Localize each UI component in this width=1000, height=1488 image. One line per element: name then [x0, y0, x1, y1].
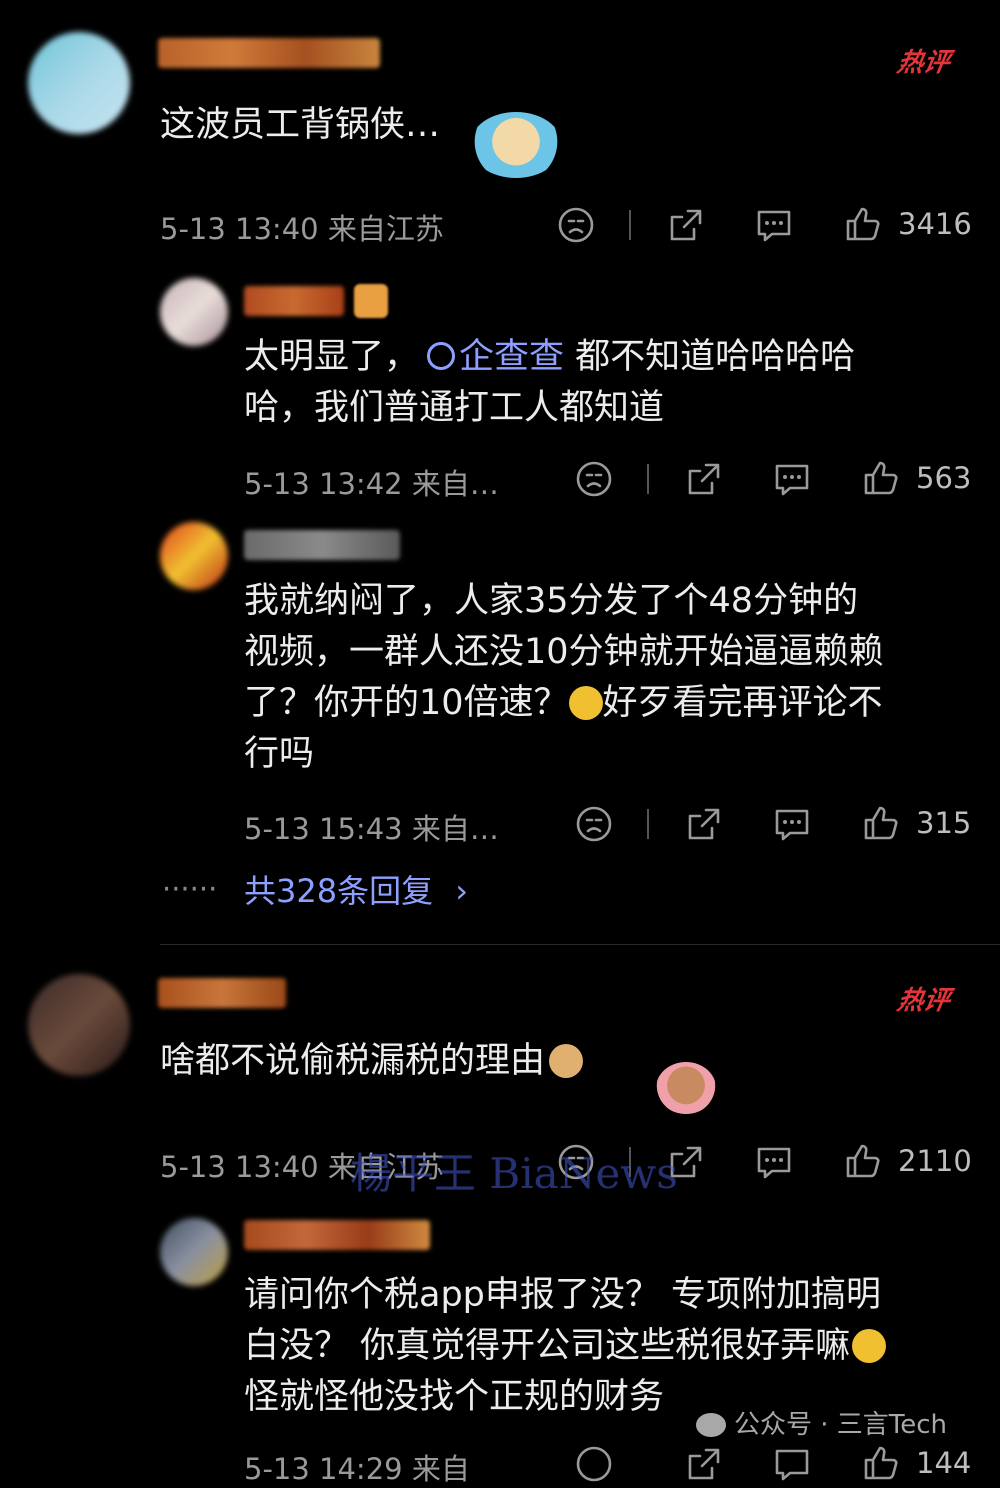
- dislike-icon[interactable]: [574, 1444, 614, 1484]
- comment-text-line: 我就纳闷了，人家35分发了个48分钟的: [244, 581, 859, 621]
- avatar[interactable]: [160, 1218, 228, 1286]
- comment-time: 5-13 13:40: [160, 212, 319, 246]
- like-icon[interactable]: [860, 458, 900, 498]
- comment-icon[interactable]: [772, 459, 812, 499]
- smile-emoji-icon: [568, 686, 603, 720]
- dislike-icon[interactable]: [574, 804, 614, 844]
- comment-icon[interactable]: [754, 1142, 794, 1182]
- wechat-icon: [696, 1413, 726, 1437]
- replies-count-label: 共328条回复: [244, 872, 434, 910]
- share-icon[interactable]: [684, 804, 724, 844]
- like-icon[interactable]: [842, 1141, 882, 1181]
- divider: [629, 210, 631, 240]
- username-blurred[interactable]: [244, 1220, 430, 1250]
- comment-meta: 5-13 15:43 来自…: [244, 806, 499, 848]
- comment-time: 5-13 14:29: [244, 1452, 403, 1486]
- comment-time: 5-13 13:40: [160, 1150, 319, 1184]
- comment-icon[interactable]: [772, 1444, 812, 1484]
- comment-icon[interactable]: [772, 804, 812, 844]
- username-blurred[interactable]: [244, 286, 344, 316]
- avatar[interactable]: [160, 522, 228, 590]
- chevron-right-icon: ›: [455, 872, 469, 910]
- section-divider: [160, 944, 1000, 945]
- like-count: 2110: [898, 1144, 972, 1178]
- share-icon[interactable]: [666, 205, 706, 245]
- avatar[interactable]: [160, 278, 228, 346]
- share-icon[interactable]: [684, 459, 724, 499]
- comment-text-line: 哈，我们普通打工人都知道: [244, 388, 665, 428]
- comment-location: 来自江苏: [327, 212, 444, 246]
- comment-time: 5-13 15:43: [244, 812, 403, 846]
- dislike-icon[interactable]: [574, 459, 614, 499]
- divider: [647, 809, 649, 839]
- comment-text-line: 了？你开的10倍速？ 好歹看完再评论不: [244, 683, 883, 723]
- account-watermark: 公众号 · 三言Tech: [696, 1404, 947, 1441]
- username-blurred[interactable]: [244, 530, 400, 560]
- comment-time: 5-13 13:42: [244, 467, 403, 501]
- comment-meta: 5-13 13:40 来自江苏: [160, 206, 444, 248]
- hot-comment-badge: 热评: [894, 986, 953, 1016]
- comment-meta: 5-13 13:42 来自…: [244, 461, 499, 503]
- comment-text-line: 视频，一群人还没10分钟就开始逼逼赖赖: [244, 632, 884, 672]
- comment-location: 来自: [411, 1452, 470, 1486]
- avatar[interactable]: [28, 974, 130, 1076]
- like-count: 563: [916, 461, 972, 495]
- share-icon[interactable]: [684, 1444, 724, 1484]
- like-icon[interactable]: [860, 1443, 900, 1483]
- like-icon[interactable]: [842, 204, 882, 244]
- like-count: 315: [916, 806, 972, 840]
- comment-text: 这波员工背锅侠…: [160, 105, 441, 145]
- view-replies-link[interactable]: 共328条回复 ›: [244, 866, 468, 912]
- comment-meta: 5-13 14:29 来自: [244, 1446, 470, 1488]
- vip-badge-icon: [354, 284, 388, 318]
- username-blurred[interactable]: [158, 978, 286, 1008]
- doge-emoji-icon: [549, 1044, 584, 1078]
- sticker-image: [470, 112, 562, 178]
- comment-text-line: 请问你个税app申报了没？ 专项附加搞明: [244, 1275, 882, 1315]
- like-count: 3416: [898, 207, 972, 241]
- dislike-icon[interactable]: [556, 205, 596, 245]
- sticker-image: [656, 1062, 716, 1114]
- comment-location: 来自…: [411, 467, 499, 501]
- hot-comment-badge: 热评: [894, 48, 953, 78]
- watermark: 楊平王 BiaNews: [350, 1149, 678, 1198]
- search-icon: [427, 342, 456, 370]
- avatar[interactable]: [28, 32, 130, 134]
- like-icon[interactable]: [860, 803, 900, 843]
- search-link[interactable]: 企查查: [419, 337, 564, 377]
- comment-text-line: 怪就怪他没找个正规的财务: [244, 1377, 665, 1417]
- comment-text: 啥都不说偷税漏税的理由: [160, 1036, 584, 1087]
- comment-text-line: 行吗: [244, 734, 315, 774]
- comment-location: 来自…: [411, 812, 499, 846]
- username-blurred[interactable]: [158, 38, 380, 68]
- replies-dots: ······: [162, 872, 218, 906]
- comment-text-line: 白没？ 你真觉得开公司这些税很好弄嘛: [244, 1321, 887, 1372]
- comment-text: 太明显了， 企查查 都不知道哈哈哈哈: [244, 337, 856, 377]
- crying-emoji-icon: [852, 1329, 887, 1363]
- like-count: 144: [916, 1446, 972, 1480]
- divider: [647, 464, 649, 494]
- comment-icon[interactable]: [754, 205, 794, 245]
